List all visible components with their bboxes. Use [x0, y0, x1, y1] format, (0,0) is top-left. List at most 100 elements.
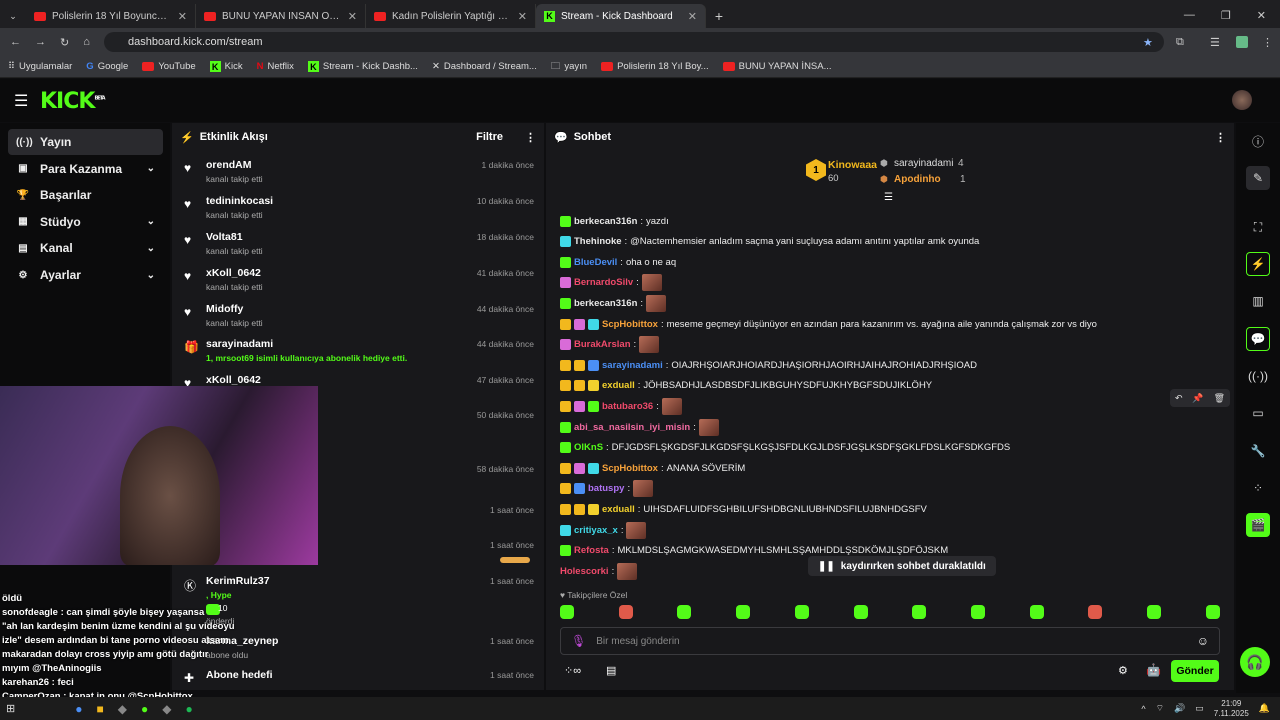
send-button[interactable]: Gönder [1171, 660, 1219, 682]
info-icon[interactable]: ⓘ [1246, 129, 1270, 153]
chat-input[interactable]: 🎙 Bir mesaj gönderin ☺ [560, 627, 1220, 655]
display-icon[interactable]: ▭ [1246, 401, 1270, 425]
activity-toggle-icon[interactable]: ⚡ [1246, 252, 1270, 276]
chat-message[interactable]: ScpHobittox: meseme geçmeyi düşünüyor en … [560, 315, 1097, 333]
emote-picker-icon[interactable] [971, 605, 986, 619]
extensions-icon[interactable]: ⧉ [1176, 36, 1184, 49]
bookmark-item[interactable]: 🗀 yayın [551, 59, 587, 75]
chat-paused-banner[interactable]: ❚❚ kaydırırken sohbet duraklatıldı [808, 556, 996, 576]
clapper-icon[interactable]: 🎬 [1246, 513, 1270, 537]
emoji-icon[interactable]: ☺ [1197, 634, 1209, 648]
share-icon[interactable]: ⁘ [1246, 476, 1270, 500]
pin-icon[interactable]: 📌 [1192, 393, 1203, 404]
back-icon[interactable]: ← [10, 36, 21, 48]
sidebar-item[interactable]: ▦ Stüdyo ⌄ [8, 209, 163, 235]
chat-username[interactable]: BlueDevil [574, 257, 617, 268]
emote-picker-icon[interactable] [560, 605, 574, 619]
wifi-icon[interactable]: ⌔ [1156, 703, 1164, 714]
sidebar-item[interactable]: 🏆 Başarılar [8, 182, 163, 208]
leader-third-name[interactable]: Apodinho [894, 174, 941, 185]
close-tab-icon[interactable]: ✕ [178, 10, 187, 23]
chat-username[interactable]: berkecan316n [574, 298, 637, 309]
broadcast-rail-icon[interactable]: ((·)) [1246, 364, 1270, 388]
bookmark-item[interactable]: YouTube [142, 61, 196, 72]
activity-more-icon[interactable]: ⋮ [525, 131, 536, 144]
chat-message[interactable]: sarayinadami: OIAJRHŞOIARJHOIARDJHAŞIORHJ… [560, 356, 977, 374]
new-tab-button[interactable]: + [706, 4, 732, 28]
chat-message[interactable]: batuspy: [560, 480, 654, 498]
chat-message[interactable]: berkecan316n: yazdı [560, 212, 669, 230]
fullscreen-icon[interactable]: ⛶ [1246, 215, 1270, 239]
chat-username[interactable]: exduall [602, 504, 635, 515]
emote-picker-icon[interactable] [794, 605, 809, 619]
browser-tab[interactable]: Polislerin 18 Yıl Boyunca Çözem ✕ [26, 4, 196, 28]
sidebar-item[interactable]: ▣ Para Kazanma ⌄ [8, 156, 163, 182]
notes-icon[interactable]: ▥ [1246, 289, 1270, 313]
bookmark-item[interactable]: K Stream - Kick Dashb... [307, 61, 418, 72]
browser-tab[interactable]: Kadın Polislerin Yaptığı ÖLÜMC ✕ [366, 4, 536, 28]
chat-message[interactable]: berkecan316n: [560, 294, 667, 312]
chat-toggle-icon[interactable]: 💬 [1246, 327, 1270, 351]
emote-picker-icon[interactable] [853, 605, 868, 619]
chat-more-icon[interactable]: ⋮ [1215, 131, 1226, 144]
emote-picker-icon[interactable] [677, 605, 692, 619]
wrench-icon[interactable]: 🔧 [1246, 439, 1270, 463]
bookmark-item[interactable]: N Netflix [257, 61, 294, 72]
emote-picker-icon[interactable] [736, 605, 751, 619]
activity-item[interactable]: ♥ Midoffy kanalı takip etti 44 dakika önce [182, 303, 534, 333]
tray-up-icon[interactable]: ^ [1141, 704, 1145, 714]
activity-item[interactable]: ♥ tedininkocasi kanalı takip etti 10 dakika… [182, 195, 534, 225]
chat-settings-icon[interactable]: ⚙ [1118, 664, 1128, 677]
chat-message[interactable]: ScpHobittox: ANANA SÖVERİM [560, 459, 745, 477]
chat-message[interactable]: abi_sa_nasilsin_iyi_misin: [560, 418, 719, 436]
filter-button[interactable]: Filtre [476, 131, 503, 143]
chat-message[interactable]: BlueDevil: oha o ne aq [560, 253, 676, 271]
bookmark-item[interactable]: BUNU YAPAN İNSA... [722, 61, 832, 72]
minimize-icon[interactable]: — [1184, 9, 1195, 22]
emote-picker-icon[interactable] [1029, 605, 1044, 619]
media-icon[interactable]: ☰ [1210, 36, 1220, 49]
chat-message[interactable]: OlKnS: DFJGDSFLŞKGDSFJLKGDSFŞLKGŞJSFDLKGJ… [560, 439, 1010, 457]
start-icon[interactable]: ⊞ [6, 702, 15, 715]
delete-icon[interactable]: 🗑 [1214, 393, 1225, 404]
chat-username[interactable]: batuspy [588, 483, 624, 494]
bot-icon[interactable]: 🤖 [1146, 663, 1161, 677]
app-icon-1[interactable]: ● [75, 702, 82, 716]
chat-message[interactable]: BernardoSilv: [560, 274, 662, 292]
chat-message[interactable]: exduall: JÖHBSADHJLASDBSDFJLIKBGUHYSDFUJK… [560, 377, 932, 395]
app-icon-3[interactable]: ◆ [118, 702, 127, 716]
bookmark-item[interactable]: ⠿ Uygulamalar [8, 61, 72, 72]
chat-username[interactable]: Holescorki [560, 566, 609, 577]
menu-icon[interactable]: ⋮ [1262, 36, 1273, 49]
emote-picker-icon[interactable] [618, 605, 633, 619]
bookmark-item[interactable]: Polislerin 18 Yıl Boy... [601, 61, 709, 72]
chat-message[interactable]: critiyax_x: [560, 521, 647, 539]
chat-username[interactable]: OlKnS [574, 442, 603, 453]
hamburger-menu-icon[interactable]: ☰ [14, 91, 28, 111]
activity-item[interactable]: ♥ xKoll_0642 kanalı takip etti 41 dakika ön… [182, 267, 534, 297]
emote-picker-icon[interactable] [912, 605, 927, 619]
close-tab-icon[interactable]: ✕ [518, 10, 527, 23]
emote-picker-icon[interactable] [1147, 605, 1162, 619]
chat-message[interactable]: Holescorki: [560, 562, 638, 580]
chat-username[interactable]: Thehinoke [574, 236, 622, 247]
chat-username[interactable]: abi_sa_nasilsin_iyi_misin [574, 422, 690, 433]
bookmark-item[interactable]: G Google [86, 61, 128, 72]
chat-message[interactable]: BurakArslan: [560, 336, 660, 354]
app-icon-2[interactable]: ■ [96, 702, 103, 716]
app-icon-5[interactable]: ◆ [162, 702, 171, 716]
activity-item[interactable]: ♥ Volta81 kanalı takip etti 18 dakika önce [182, 231, 534, 261]
battery-icon[interactable]: ▭ [1195, 703, 1204, 714]
clock[interactable]: 21:09 7.11.2025 [1214, 699, 1249, 719]
chat-username[interactable]: ScpHobittox [602, 319, 658, 330]
browser-tab[interactable]: BUNU YAPAN İNSAN OLAMAZ ✕ [196, 4, 366, 28]
chat-message[interactable]: exduall: UIHSDAFLUIDFSGHBILUFSHDBGNLIUBHN… [560, 500, 927, 518]
leader-second-name[interactable]: sarayinadami [894, 158, 953, 169]
chat-username[interactable]: sarayinadami [602, 360, 663, 371]
chat-username[interactable]: ScpHobittox [602, 463, 658, 474]
expand-leaderboard-icon[interactable]: ☰ [884, 192, 893, 203]
leader-first-name[interactable]: Kinowaaa [828, 159, 877, 171]
chat-message[interactable]: Thehinoke: @Nactemhemsier anladım saçma y… [560, 233, 979, 251]
chat-username[interactable]: berkecan316n [574, 216, 637, 227]
kick-logo[interactable]: KICKBETA [40, 89, 106, 114]
